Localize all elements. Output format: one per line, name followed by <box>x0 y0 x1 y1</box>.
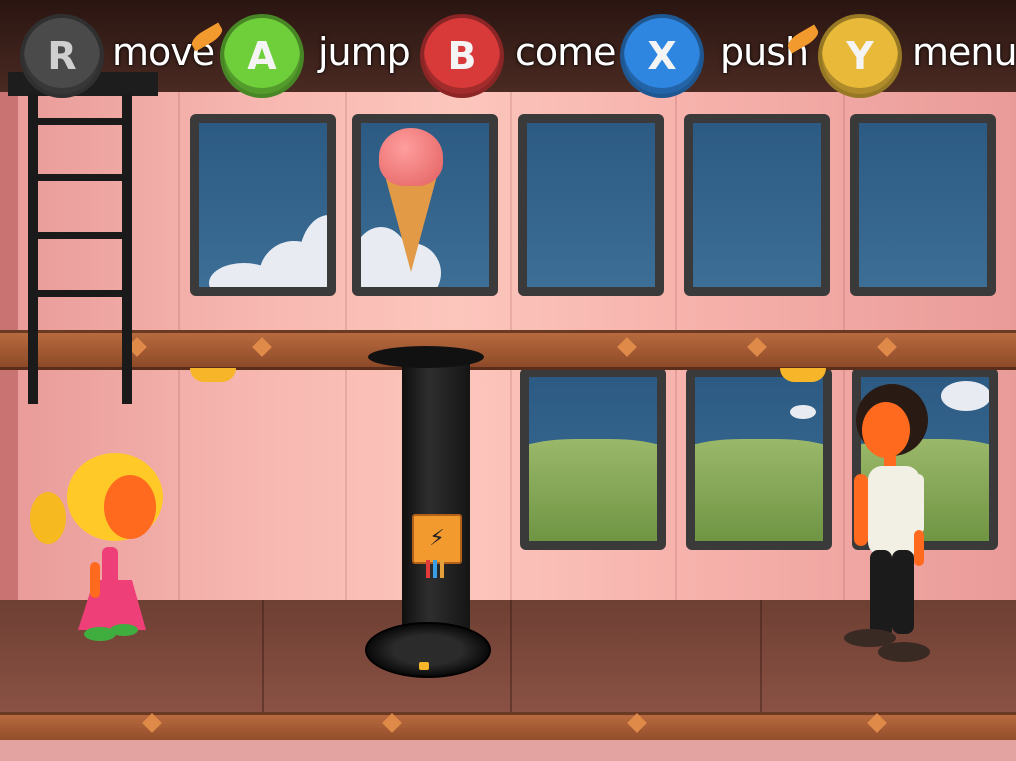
ladder-rail <box>28 94 38 404</box>
y-button: Y <box>818 14 902 98</box>
ladder-rung <box>30 232 128 239</box>
power-switch-box[interactable]: ⚡ <box>412 514 462 564</box>
girl-figure <box>30 453 163 641</box>
come-label: come <box>515 30 617 74</box>
boy-character[interactable] <box>840 382 940 667</box>
game-scene: ⚡ R move A jump B come X push Y menu <box>0 0 1016 761</box>
floor-seam <box>760 600 762 715</box>
window-upper-1 <box>190 114 336 296</box>
ladder-rung <box>30 118 128 125</box>
x-button: X <box>620 14 704 98</box>
r-button: R <box>20 14 104 98</box>
ladder-rung <box>30 290 128 297</box>
icecream-cone[interactable] <box>384 172 438 272</box>
window-upper-4 <box>684 114 830 296</box>
lift-pole-cap <box>368 346 484 368</box>
b-button: B <box>420 14 504 98</box>
ceiling-lamp <box>190 368 236 382</box>
bottom-strip <box>0 740 1016 761</box>
window-upper-5 <box>850 114 996 296</box>
ceiling-lamp <box>780 368 826 382</box>
window-lower-1 <box>520 368 666 550</box>
boy-figure <box>844 384 930 662</box>
ladder-rail <box>122 94 132 404</box>
floor-seam <box>262 600 264 715</box>
a-button: A <box>220 14 304 98</box>
wire <box>433 560 437 578</box>
lift-pole-base[interactable] <box>365 622 491 678</box>
icecream-scoop[interactable] <box>379 128 443 186</box>
floor-seam <box>510 600 512 715</box>
upper-floor-beam <box>0 330 1016 370</box>
window-upper-3 <box>518 114 664 296</box>
ladder-rung <box>30 174 128 181</box>
lightning-icon: ⚡ <box>429 526 445 551</box>
menu-label: menu <box>912 30 1016 74</box>
wire <box>440 560 444 578</box>
window-lower-2 <box>686 368 832 550</box>
base-light <box>419 662 429 670</box>
jump-label: jump <box>318 30 411 74</box>
lift-pole <box>402 352 470 652</box>
girl-character[interactable] <box>20 452 170 647</box>
wire <box>426 560 430 578</box>
